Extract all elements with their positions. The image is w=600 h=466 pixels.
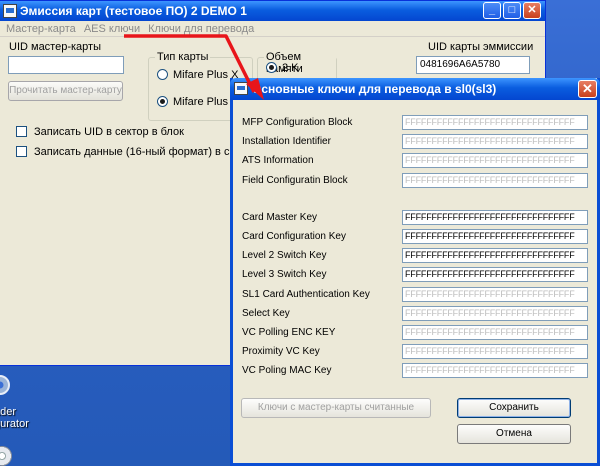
save-button[interactable]: Сохранить <box>457 398 571 418</box>
radio-mifare-plus-x[interactable]: Mifare Plus X <box>157 69 238 81</box>
label-sl1-auth-key: SL1 Card Authentication Key <box>242 289 370 300</box>
label-card-config-key: Card Configuration Key <box>242 231 346 242</box>
app-icon <box>234 82 248 95</box>
label-installation-id: Installation Identifier <box>242 136 331 147</box>
label-card-master-key: Card Master Key <box>242 212 318 223</box>
menu-master-card[interactable]: Мастер-карта <box>2 21 80 36</box>
dialog-titlebar[interactable]: Основные ключи для перевода в sl0(sl3) ✕ <box>230 78 600 100</box>
field-level2-switch-key[interactable]: FFFFFFFFFFFFFFFFFFFFFFFFFFFFFFFF <box>402 248 588 263</box>
field-sl1-auth-key[interactable]: FFFFFFFFFFFFFFFFFFFFFFFFFFFFFFFF <box>402 287 588 302</box>
field-card-config-key[interactable]: FFFFFFFFFFFFFFFFFFFFFFFFFFFFFFFF <box>402 229 588 244</box>
radio-memory-2k[interactable]: 2 K <box>266 62 299 74</box>
dialog-close-button[interactable]: ✕ <box>578 80 597 98</box>
app-icon <box>3 4 17 18</box>
main-window-title: Эмиссия карт (тестовое ПО) 2 DEMO 1 <box>20 4 247 18</box>
field-proximity-vc-key[interactable]: FFFFFFFFFFFFFFFFFFFFFFFFFFFFFFFF <box>402 344 588 359</box>
field-field-config-block[interactable]: FFFFFFFFFFFFFFFFFFFFFFFFFFFFFFFF <box>402 173 588 188</box>
field-ats-information[interactable]: FFFFFFFFFFFFFFFFFFFFFFFFFFFFFFFF <box>402 153 588 168</box>
label-proximity-vc-key: Proximity VC Key <box>242 346 320 357</box>
label-level2-switch-key: Level 2 Switch Key <box>242 250 327 261</box>
label-field-config-block: Field Configuratin Block <box>242 175 348 186</box>
checkbox-write-uid[interactable]: Записать UID в сектор в блок <box>16 126 184 138</box>
uid-master-label: UID мастер-карты <box>9 41 101 53</box>
radio-indicator <box>157 69 168 80</box>
field-select-key[interactable]: FFFFFFFFFFFFFFFFFFFFFFFFFFFFFFFF <box>402 306 588 321</box>
label-select-key: Select Key <box>242 308 290 319</box>
dialog-title: Основные ключи для перевода в sl0(sl3) <box>252 82 497 96</box>
radio-indicator <box>157 96 168 107</box>
label-ats-information: ATS Information <box>242 155 314 166</box>
close-button[interactable]: ✕ <box>523 2 541 19</box>
menu-aes-keys[interactable]: AES ключи <box>80 21 144 36</box>
minimize-icon: _ <box>488 4 496 16</box>
minimize-button[interactable]: _ <box>483 2 501 19</box>
checkbox-indicator <box>16 126 27 137</box>
main-titlebar[interactable]: Эмиссия карт (тестовое ПО) 2 DEMO 1 _ □ … <box>0 1 545 21</box>
label-mfp-config-block: MFP Configuration Block <box>242 117 353 128</box>
label-vc-poling-mac-key: VC Poling MAC Key <box>242 365 332 376</box>
label-level3-switch-key: Level 3 Switch Key <box>242 269 327 280</box>
close-icon: ✕ <box>527 4 537 16</box>
menu-transfer-keys[interactable]: Ключи для перевода <box>144 21 258 36</box>
radio-mifare-plus-s[interactable]: Mifare Plus S <box>157 96 238 108</box>
field-mfp-config-block[interactable]: FFFFFFFFFFFFFFFFFFFFFFFFFFFFFFFF <box>402 115 588 130</box>
close-icon: ✕ <box>582 81 593 96</box>
gear-icon <box>0 375 10 395</box>
uid-emission-label: UID карты эммиссии <box>428 41 534 53</box>
field-installation-id[interactable]: FFFFFFFFFFFFFFFFFFFFFFFFFFFFFFFF <box>402 134 588 149</box>
maximize-button[interactable]: □ <box>503 2 521 19</box>
field-level3-switch-key[interactable]: FFFFFFFFFFFFFFFFFFFFFFFFFFFFFFFF <box>402 267 588 282</box>
menu-bar: Мастер-карта AES ключи Ключи для перевод… <box>0 21 545 37</box>
desktop-shortcut-label: ader gurator <box>0 406 29 430</box>
card-type-title: Тип карты <box>155 51 211 63</box>
read-keys-from-master-button[interactable]: Ключи с мастер-карты считанные <box>241 398 431 418</box>
checkbox-indicator <box>16 146 27 157</box>
checkbox-write-data[interactable]: Записать данные (16-ный формат) в секто <box>16 146 252 158</box>
uid-emission-input[interactable]: 0481696A6A5780 <box>416 56 530 74</box>
radio-indicator <box>266 62 277 73</box>
maximize-icon: □ <box>508 4 516 16</box>
field-vc-polling-enc-key[interactable]: FFFFFFFFFFFFFFFFFFFFFFFFFFFFFFFF <box>402 325 588 340</box>
cancel-button[interactable]: Отмена <box>457 424 571 444</box>
transfer-keys-dialog: Основные ключи для перевода в sl0(sl3) ✕… <box>230 78 600 466</box>
uid-master-input[interactable] <box>8 56 124 74</box>
label-vc-polling-enc-key: VC Polling ENC KEY <box>242 327 336 338</box>
field-card-master-key[interactable]: FFFFFFFFFFFFFFFFFFFFFFFFFFFFFFFF <box>402 210 588 225</box>
field-vc-poling-mac-key[interactable]: FFFFFFFFFFFFFFFFFFFFFFFFFFFFFFFF <box>402 363 588 378</box>
read-master-button[interactable]: Прочитать мастер-карту <box>8 81 123 101</box>
